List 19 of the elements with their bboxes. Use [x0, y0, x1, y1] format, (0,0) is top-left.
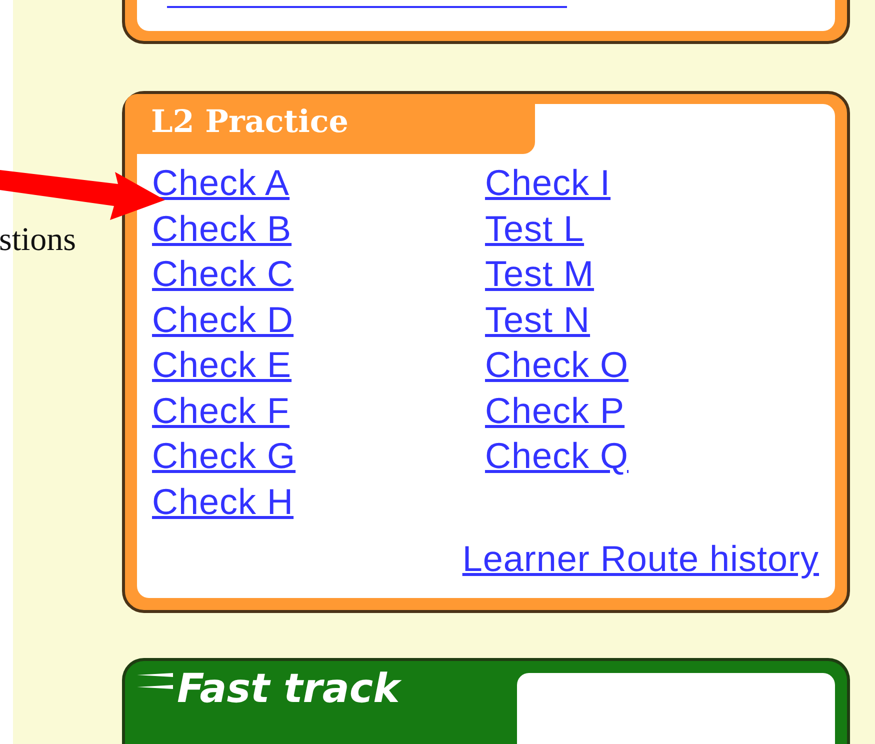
check-link[interactable]: Check G: [152, 433, 296, 479]
check-link[interactable]: Test N: [485, 296, 590, 342]
check-link[interactable]: Check O: [485, 342, 629, 388]
check-link[interactable]: Check A: [152, 160, 290, 206]
check-link[interactable]: Check F: [152, 388, 290, 434]
check-link[interactable]: Check I: [485, 160, 611, 206]
check-link[interactable]: Check H: [152, 478, 294, 524]
check-link[interactable]: Check C: [152, 251, 294, 297]
history-link[interactable]: Learner Route history: [462, 536, 819, 582]
note-text: stions: [0, 222, 76, 259]
panel-title: Fast track: [177, 668, 400, 709]
check-link[interactable]: Check E: [152, 342, 292, 388]
check-link[interactable]: Check B: [152, 206, 292, 252]
check-link[interactable]: Check D: [152, 296, 294, 342]
check-link[interactable]: Check Q: [485, 433, 629, 479]
check-link[interactable]: Test M: [485, 251, 594, 297]
check-link[interactable]: Test L: [485, 206, 584, 252]
panel-title: L2 Practice: [125, 94, 535, 154]
check-link[interactable]: Check P: [485, 388, 625, 434]
